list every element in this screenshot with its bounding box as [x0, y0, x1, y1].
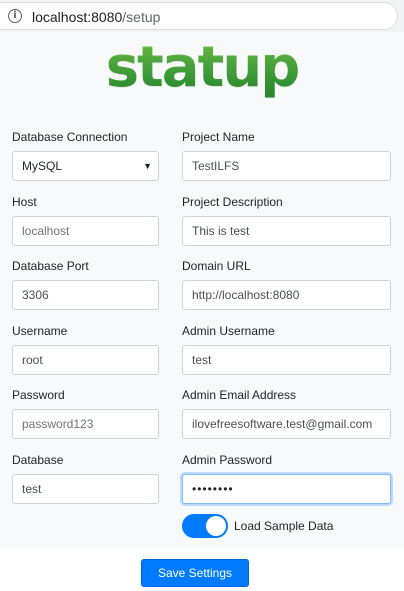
db-connection-label: Database Connection: [12, 130, 128, 144]
save-settings-button[interactable]: Save Settings: [141, 559, 249, 587]
port-label: Database Port: [12, 259, 89, 273]
setup-form-panel: statup Database Connection MySQL ▼ Host …: [0, 32, 404, 548]
database-input[interactable]: test: [12, 474, 159, 504]
password-input[interactable]: password123: [12, 409, 159, 439]
project-name-input[interactable]: TestILFS: [182, 151, 391, 181]
username-input[interactable]: root: [12, 345, 159, 375]
admin-password-input[interactable]: ••••••••: [182, 474, 391, 504]
url-field[interactable]: i localhost:8080/setup: [0, 2, 398, 30]
password-label: Password: [12, 388, 65, 402]
sample-data-toggle[interactable]: [182, 514, 228, 538]
browser-address-bar: i localhost:8080/setup: [0, 0, 404, 32]
admin-email-label: Admin Email Address: [182, 388, 297, 402]
database-label: Database: [12, 453, 64, 467]
admin-username-input[interactable]: test: [182, 345, 391, 375]
admin-email-input[interactable]: ilovefreesoftware.test@gmail.com: [182, 409, 391, 439]
project-description-input[interactable]: This is test: [182, 216, 391, 246]
host-input[interactable]: localhost: [12, 216, 159, 246]
domain-url-label: Domain URL: [182, 259, 251, 273]
host-label: Host: [12, 195, 37, 209]
info-icon[interactable]: i: [8, 9, 22, 23]
port-input[interactable]: 3306: [12, 280, 159, 310]
url-host: localhost:8080: [32, 9, 123, 25]
project-description-label: Project Description: [182, 195, 283, 209]
domain-url-input[interactable]: http://localhost:8080: [182, 280, 391, 310]
url-text[interactable]: localhost:8080/setup: [32, 9, 160, 25]
url-path: /setup: [122, 9, 161, 25]
username-label: Username: [12, 324, 68, 338]
toggle-knob: [206, 516, 226, 536]
db-connection-select[interactable]: MySQL ▼: [12, 151, 159, 181]
project-name-label: Project Name: [182, 130, 255, 144]
admin-username-label: Admin Username: [182, 324, 275, 338]
db-connection-value: MySQL: [22, 159, 63, 173]
admin-password-label: Admin Password: [182, 453, 273, 467]
sample-data-label: Load Sample Data: [234, 519, 334, 533]
statup-logo: statup: [0, 36, 404, 100]
caret-down-icon: ▼: [143, 161, 152, 171]
